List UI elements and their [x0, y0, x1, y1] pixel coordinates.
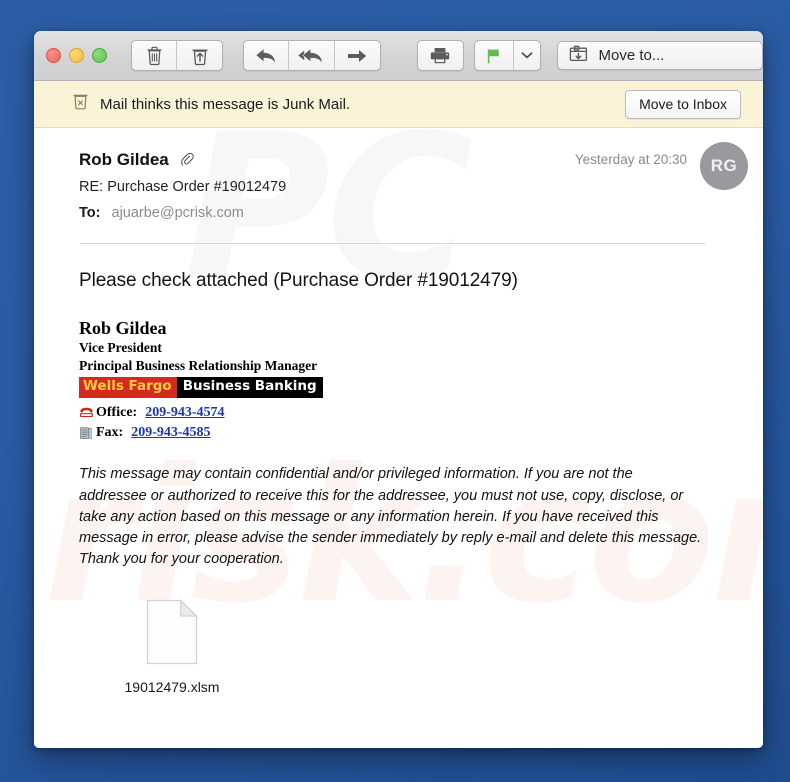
email-message: Rob Gildea RE: Purchase Order #19012479 …: [34, 128, 763, 695]
junk-banner-message: Mail thinks this message is Junk Mail.: [100, 95, 351, 113]
message-subject: RE: Purchase Order #19012479: [79, 179, 287, 195]
fax-number[interactable]: 209-943-4585: [131, 423, 210, 443]
message-header: Rob Gildea RE: Purchase Order #19012479 …: [34, 128, 763, 221]
signature-title-2: Principal Business Relationship Manager: [79, 358, 318, 374]
message-body: Please check attached (Purchase Order #1…: [34, 244, 763, 695]
attachment-filename: 19012479.xlsm: [124, 678, 220, 695]
move-to-junk-button[interactable]: [177, 41, 222, 70]
reply-button[interactable]: [244, 41, 290, 70]
move-to-button[interactable]: Move to...: [556, 41, 763, 70]
trash-icon: [145, 45, 164, 66]
junk-mail-banner: Mail thinks this message is Junk Mail. M…: [34, 81, 763, 128]
sender-name: Rob Gildea: [79, 150, 169, 169]
office-number[interactable]: 209-943-4574: [145, 403, 224, 423]
mail-message-window: Move to... Mail thinks this message is J…: [34, 31, 763, 748]
flag-options-button[interactable]: [514, 41, 540, 70]
sender-avatar: RG: [700, 142, 748, 190]
attachment-icon-wrap: [118, 598, 226, 670]
fax-label: Fax:: [96, 424, 124, 440]
move-to-inbox-button[interactable]: Move to Inbox: [625, 89, 741, 119]
office-phone-row: Office: 209-943-4574: [79, 403, 739, 423]
body-title: Please check attached (Purchase Order #1…: [79, 270, 518, 291]
flag-button[interactable]: [475, 41, 515, 70]
reply-button-group: [243, 40, 381, 71]
email-signature: Rob Gildea Vice President Principal Busi…: [79, 318, 739, 443]
fax-icon: [79, 426, 96, 440]
chevron-down-icon: [521, 51, 533, 60]
brand-business-banking: Business Banking: [176, 377, 323, 398]
zoom-window-button[interactable]: [92, 48, 107, 63]
document-file-icon: [146, 598, 199, 670]
move-to-label: Move to...: [598, 47, 665, 64]
print-button[interactable]: [418, 41, 463, 70]
forward-arrow-icon: [345, 47, 369, 65]
message-date: Yesterday at 20:30: [574, 152, 687, 167]
printer-icon: [429, 46, 451, 65]
telephone-icon: [79, 406, 96, 419]
window-toolbar: Move to...: [34, 31, 763, 81]
office-label: Office:: [96, 404, 138, 420]
reply-arrow-icon: [254, 47, 278, 65]
attachment-item[interactable]: 19012479.xlsm: [118, 598, 226, 695]
reply-all-arrow-icon: [297, 47, 325, 65]
close-window-button[interactable]: [46, 48, 61, 63]
print-button-group: [416, 40, 464, 71]
to-label: To:: [79, 205, 101, 221]
minimize-window-button[interactable]: [69, 48, 84, 63]
move-to-folder-icon: [568, 44, 589, 68]
junk-bin-arrow-icon: [190, 45, 210, 66]
signature-contact-block: Office: 209-943-4574 Fax: 209-943-4585: [79, 403, 739, 444]
delete-junk-button-group: [131, 40, 224, 71]
flag-icon: [485, 47, 502, 65]
forward-button[interactable]: [335, 41, 380, 70]
message-content-area: PC risk.com Rob Gildea RE: Purchase Orde…: [34, 128, 763, 748]
paperclip-icon: [180, 152, 194, 169]
recipient-row: To: ajuarbe@pcrisk.com: [79, 205, 739, 221]
delete-button[interactable]: [132, 41, 178, 70]
brand-logo-row: Wells Fargo Business Banking: [79, 377, 323, 398]
reply-all-button[interactable]: [289, 41, 335, 70]
flag-button-group: [473, 40, 541, 71]
confidentiality-disclaimer: This message may contain confidential an…: [79, 466, 702, 568]
recipient-address[interactable]: ajuarbe@pcrisk.com: [112, 205, 244, 221]
brand-wells-fargo: Wells Fargo: [79, 377, 177, 398]
signature-name: Rob Gildea: [79, 318, 167, 338]
fax-row: Fax: 209-943-4585: [79, 423, 739, 443]
window-controls: [46, 48, 107, 63]
signature-title-1: Vice President: [79, 340, 162, 356]
junk-bin-icon: [72, 92, 89, 116]
